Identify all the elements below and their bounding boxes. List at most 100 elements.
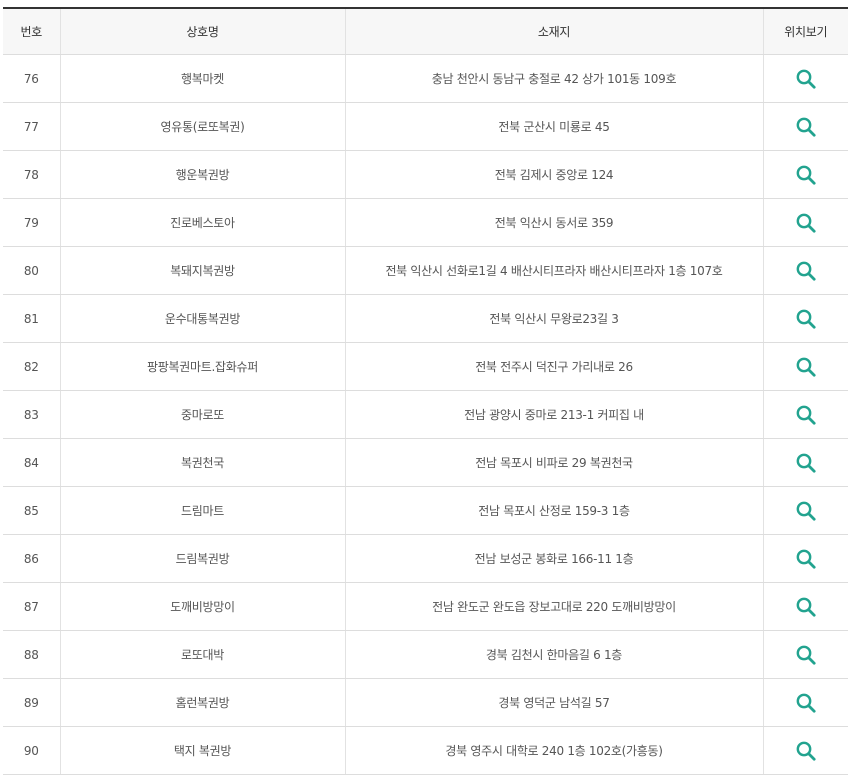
- map-cell: [763, 342, 848, 391]
- map-cell: [763, 294, 848, 343]
- view-location-button[interactable]: [795, 452, 817, 474]
- store-address: 전북 익산시 동서로 359: [345, 198, 764, 247]
- table-row: 85 드림마트 전남 목포시 산정로 159-3 1층: [3, 486, 848, 535]
- map-cell: [763, 54, 848, 103]
- store-name: 진로베스토아: [60, 198, 346, 247]
- table-row: 76 행복마켓 충남 천안시 동남구 충절로 42 상가 101동 109호: [3, 54, 848, 103]
- view-location-button[interactable]: [795, 356, 817, 378]
- store-address: 전남 목포시 산정로 159-3 1층: [345, 486, 764, 535]
- store-address: 경북 영주시 대학로 240 1층 102호(가흥동): [345, 726, 764, 775]
- table-row: 83 중마로또 전남 광양시 중마로 213-1 커피집 내: [3, 390, 848, 439]
- store-address: 전남 완도군 완도읍 장보고대로 220 도깨비방망이: [345, 582, 764, 631]
- search-icon: [796, 117, 816, 137]
- table-row: 87 도깨비방망이 전남 완도군 완도읍 장보고대로 220 도깨비방망이: [3, 582, 848, 631]
- view-location-button[interactable]: [795, 740, 817, 762]
- search-icon: [796, 69, 816, 89]
- store-address: 전남 광양시 중마로 213-1 커피집 내: [345, 390, 764, 439]
- table-header: 번호 상호명 소재지 위치보기: [3, 8, 848, 55]
- store-name: 로또대박: [60, 630, 346, 679]
- table-row: 77 영유통(로또복권) 전북 군산시 미룡로 45: [3, 102, 848, 151]
- header-no: 번호: [3, 8, 61, 55]
- map-cell: [763, 678, 848, 727]
- table-row: 84 복권천국 전남 목포시 비파로 29 복권천국: [3, 438, 848, 487]
- store-table: 번호 상호명 소재지 위치보기 76 행복마켓 충남 천안시 동남구 충절로 4…: [3, 7, 848, 775]
- view-location-button[interactable]: [795, 404, 817, 426]
- search-icon: [796, 309, 816, 329]
- row-number: 79: [3, 198, 61, 247]
- store-name: 팡팡복권마트.잡화슈퍼: [60, 342, 346, 391]
- search-icon: [796, 741, 816, 761]
- search-icon: [796, 357, 816, 377]
- table-row: 80 복돼지복권방 전북 익산시 선화로1길 4 배산시티프라자 배산시티프라자…: [3, 246, 848, 295]
- table-row: 88 로또대박 경북 김천시 한마음길 6 1층: [3, 630, 848, 679]
- store-address: 전북 익산시 선화로1길 4 배산시티프라자 배산시티프라자 1층 107호: [345, 246, 764, 295]
- search-icon: [796, 645, 816, 665]
- store-address: 전남 목포시 비파로 29 복권천국: [345, 438, 764, 487]
- view-location-button[interactable]: [795, 116, 817, 138]
- row-number: 80: [3, 246, 61, 295]
- header-row: 번호 상호명 소재지 위치보기: [3, 8, 848, 55]
- table-row: 82 팡팡복권마트.잡화슈퍼 전북 전주시 덕진구 가리내로 26: [3, 342, 848, 391]
- store-name: 복돼지복권방: [60, 246, 346, 295]
- table-row: 90 택지 복권방 경북 영주시 대학로 240 1층 102호(가흥동): [3, 726, 848, 775]
- store-address: 경북 김천시 한마음길 6 1층: [345, 630, 764, 679]
- store-address: 전남 보성군 봉화로 166-11 1층: [345, 534, 764, 583]
- view-location-button[interactable]: [795, 164, 817, 186]
- view-location-button[interactable]: [795, 308, 817, 330]
- view-location-button[interactable]: [795, 692, 817, 714]
- header-name: 상호명: [60, 8, 346, 55]
- search-icon: [796, 453, 816, 473]
- row-number: 88: [3, 630, 61, 679]
- row-number: 81: [3, 294, 61, 343]
- table-row: 89 홈런복권방 경북 영덕군 남석길 57: [3, 678, 848, 727]
- store-name: 드림복권방: [60, 534, 346, 583]
- store-address: 전북 김제시 중앙로 124: [345, 150, 764, 199]
- row-number: 77: [3, 102, 61, 151]
- search-icon: [796, 597, 816, 617]
- search-icon: [796, 165, 816, 185]
- search-icon: [796, 405, 816, 425]
- search-icon: [796, 549, 816, 569]
- map-cell: [763, 198, 848, 247]
- table-row: 81 운수대통복권방 전북 익산시 무왕로23길 3: [3, 294, 848, 343]
- store-address: 충남 천안시 동남구 충절로 42 상가 101동 109호: [345, 54, 764, 103]
- row-number: 83: [3, 390, 61, 439]
- view-location-button[interactable]: [795, 260, 817, 282]
- store-name: 도깨비방망이: [60, 582, 346, 631]
- view-location-button[interactable]: [795, 596, 817, 618]
- map-cell: [763, 390, 848, 439]
- store-name: 운수대통복권방: [60, 294, 346, 343]
- table-body: 76 행복마켓 충남 천안시 동남구 충절로 42 상가 101동 109호 7…: [3, 54, 848, 775]
- store-list-page: 번호 상호명 소재지 위치보기 76 행복마켓 충남 천안시 동남구 충절로 4…: [0, 0, 851, 779]
- row-number: 89: [3, 678, 61, 727]
- map-cell: [763, 486, 848, 535]
- store-address: 전북 군산시 미룡로 45: [345, 102, 764, 151]
- row-number: 85: [3, 486, 61, 535]
- header-address: 소재지: [345, 8, 764, 55]
- store-address: 경북 영덕군 남석길 57: [345, 678, 764, 727]
- view-location-button[interactable]: [795, 500, 817, 522]
- row-number: 87: [3, 582, 61, 631]
- row-number: 76: [3, 54, 61, 103]
- store-name: 복권천국: [60, 438, 346, 487]
- row-number: 82: [3, 342, 61, 391]
- store-address: 전북 전주시 덕진구 가리내로 26: [345, 342, 764, 391]
- search-icon: [796, 213, 816, 233]
- row-number: 90: [3, 726, 61, 775]
- row-number: 84: [3, 438, 61, 487]
- table-row: 79 진로베스토아 전북 익산시 동서로 359: [3, 198, 848, 247]
- store-name: 택지 복권방: [60, 726, 346, 775]
- view-location-button[interactable]: [795, 548, 817, 570]
- map-cell: [763, 150, 848, 199]
- map-cell: [763, 102, 848, 151]
- view-location-button[interactable]: [795, 68, 817, 90]
- store-name: 홈런복권방: [60, 678, 346, 727]
- map-cell: [763, 582, 848, 631]
- store-name: 드림마트: [60, 486, 346, 535]
- view-location-button[interactable]: [795, 644, 817, 666]
- search-icon: [796, 261, 816, 281]
- store-name: 행운복권방: [60, 150, 346, 199]
- view-location-button[interactable]: [795, 212, 817, 234]
- header-map: 위치보기: [763, 8, 848, 55]
- row-number: 86: [3, 534, 61, 583]
